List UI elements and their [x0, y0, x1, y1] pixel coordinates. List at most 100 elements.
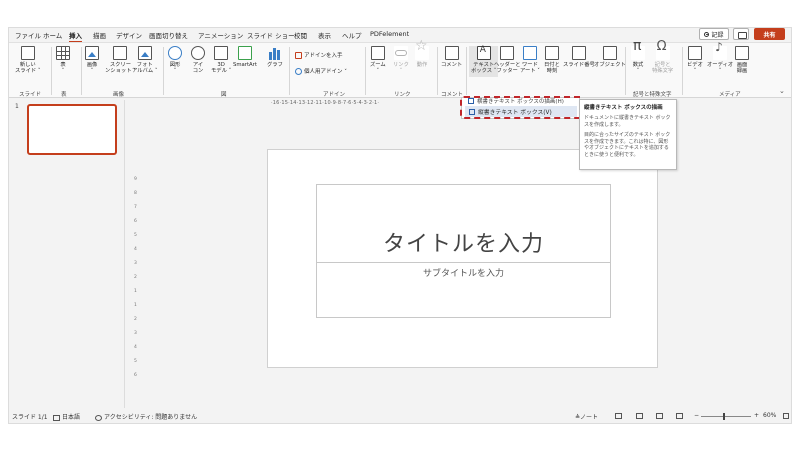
calendar-icon: [544, 46, 559, 60]
fit-to-window-icon: [783, 412, 789, 419]
icons-button[interactable]: アイ コン: [191, 46, 205, 75]
group-symbols: 記号と特殊文字: [633, 92, 672, 98]
wordart-button[interactable]: ワード アート ˅: [520, 46, 540, 75]
video-button[interactable]: ビデオ ˅: [687, 46, 703, 75]
spellcheck-icon: [53, 414, 60, 421]
tab-slideshow[interactable]: スライド ショー: [247, 30, 295, 40]
zoom-button[interactable]: ズーム ˅: [370, 46, 386, 75]
slide-canvas[interactable]: タイトルを入力 サブタイトルを入力: [267, 149, 658, 368]
zoom-slider[interactable]: [701, 416, 751, 417]
slide-thumbnails-pane: 1: [9, 100, 125, 408]
equation-button[interactable]: 数式 ˅: [631, 43, 645, 75]
tab-pdfelement[interactable]: PDFelement: [370, 30, 409, 38]
tab-animations[interactable]: アニメーション: [198, 30, 243, 40]
group-illustrations: 図: [221, 92, 227, 98]
slide-number-button[interactable]: スライド番号: [563, 46, 595, 68]
object-label: オブジェクト: [594, 62, 626, 68]
reading-view-button[interactable]: [656, 412, 665, 419]
divider: [437, 47, 438, 95]
normal-view-button[interactable]: [615, 412, 624, 419]
record-icon: [704, 31, 710, 37]
symbol-button[interactable]: 記号と 特殊文字: [652, 44, 673, 75]
accessibility-status[interactable]: アクセシビリティ: 問題ありません: [95, 412, 197, 421]
get-addins-button[interactable]: アドインを入手: [295, 51, 343, 59]
textbox-label: テキスト ボックス ˅: [471, 62, 497, 75]
divider: [365, 47, 366, 95]
title-placeholder[interactable]: タイトルを入力: [316, 184, 611, 263]
subtitle-placeholder-text: サブタイトルを入力: [422, 269, 504, 279]
shapes-label: 図形 ˅: [169, 62, 181, 75]
slide-thumbnail[interactable]: [27, 104, 117, 155]
zoom-level[interactable]: 60%: [763, 412, 776, 419]
smartart-button[interactable]: SmartArt: [233, 46, 257, 68]
object-button[interactable]: オブジェクト: [594, 46, 626, 68]
store-icon: [295, 51, 302, 59]
slide-number-label: スライド番号: [563, 62, 595, 68]
audio-button[interactable]: オーディオ ˅: [707, 44, 733, 75]
subtitle-placeholder[interactable]: サブタイトルを入力: [316, 262, 611, 318]
tab-transitions[interactable]: 画面切り替え: [149, 30, 188, 40]
new-comment-button[interactable]: コメント: [441, 46, 462, 68]
slide-number-icon: [571, 46, 586, 60]
status-bar: スライド 1/1 日本語 アクセシビリティ: 問題ありません ≜ノート − + …: [9, 409, 791, 423]
photo-album-label: フォト アルバム ˅: [132, 62, 158, 75]
share-button[interactable]: 共有: [754, 28, 785, 40]
tab-draw[interactable]: 描画: [93, 30, 106, 40]
action-label: 動作: [416, 62, 428, 68]
chart-icon: [267, 46, 282, 60]
tab-design[interactable]: デザイン: [116, 30, 142, 40]
tooltip-body: ドキュメントに縦書きテキスト ボックスを作成します。: [584, 115, 671, 128]
tab-review[interactable]: 校閲: [294, 30, 307, 40]
group-tables: 表: [61, 92, 67, 98]
3d-models-button[interactable]: 3D モデル ˅: [211, 46, 231, 75]
zoom-slider-handle[interactable]: [723, 413, 725, 420]
notes-button[interactable]: ≜ノート: [575, 412, 598, 421]
tab-insert[interactable]: 挿入: [69, 30, 82, 43]
my-addins-label: 個人用アドイン ˅: [304, 69, 347, 75]
audio-icon: [713, 44, 728, 60]
cube-icon: [214, 46, 229, 60]
link-button[interactable]: リンク ˅: [393, 46, 409, 75]
datetime-button[interactable]: 日付と 時刻: [544, 46, 560, 75]
collapse-ribbon-icon[interactable]: ⌄: [779, 87, 785, 95]
new-slide-icon: [20, 46, 35, 60]
zoom-label: ズーム ˅: [370, 62, 386, 75]
my-addins-button[interactable]: 個人用アドイン ˅: [295, 67, 347, 75]
zoom-in-button[interactable]: +: [754, 412, 759, 419]
shapes-button[interactable]: 図形 ˅: [168, 46, 182, 75]
image-button[interactable]: 画像 ˅: [85, 46, 99, 75]
textbox-icon: [476, 46, 491, 60]
divider: [625, 47, 626, 95]
slideshow-button[interactable]: [676, 412, 685, 419]
pi-icon: [631, 43, 645, 60]
screen-record-label: 画面 録画: [736, 62, 748, 75]
tab-view[interactable]: 表示: [318, 30, 331, 40]
group-media: メディア: [719, 92, 741, 98]
comments-button[interactable]: [733, 28, 749, 40]
tab-home[interactable]: ホーム: [43, 30, 62, 40]
table-button[interactable]: 表 ˅: [56, 46, 70, 75]
screen-record-button[interactable]: 画面 録画: [735, 46, 749, 75]
new-slide-button[interactable]: 新しい スライド ˅: [15, 46, 41, 75]
slide-thumbnail-number: 1: [15, 103, 19, 110]
image-label: 画像 ˅: [86, 62, 98, 75]
record-button[interactable]: 記録: [699, 28, 729, 40]
powerpoint-window: ファイル ホーム 挿入 描画 デザイン 画面切り替え アニメーション スライド …: [8, 27, 792, 424]
zoom-icon: [370, 46, 385, 60]
tab-file[interactable]: ファイル: [15, 30, 41, 40]
header-footer-button[interactable]: ヘッダーと フッター: [494, 46, 521, 75]
divider: [51, 47, 52, 95]
action-button[interactable]: 動作: [415, 43, 429, 68]
tooltip-title: 縦書きテキスト ボックスの描画: [584, 105, 663, 111]
language-status[interactable]: 日本語: [53, 412, 80, 421]
fit-slide-button[interactable]: [783, 412, 791, 419]
comment-icon: [444, 46, 459, 60]
tab-help[interactable]: ヘルプ: [342, 30, 362, 40]
chart-button[interactable]: グラフ: [267, 46, 283, 68]
zoom-out-button[interactable]: −: [694, 412, 699, 419]
addin-icon: [295, 67, 302, 75]
accessibility-icon: [95, 414, 102, 421]
slide-sorter-button[interactable]: [636, 412, 645, 419]
photo-album-button[interactable]: フォト アルバム ˅: [132, 46, 157, 75]
group-links: リンク: [394, 92, 411, 98]
